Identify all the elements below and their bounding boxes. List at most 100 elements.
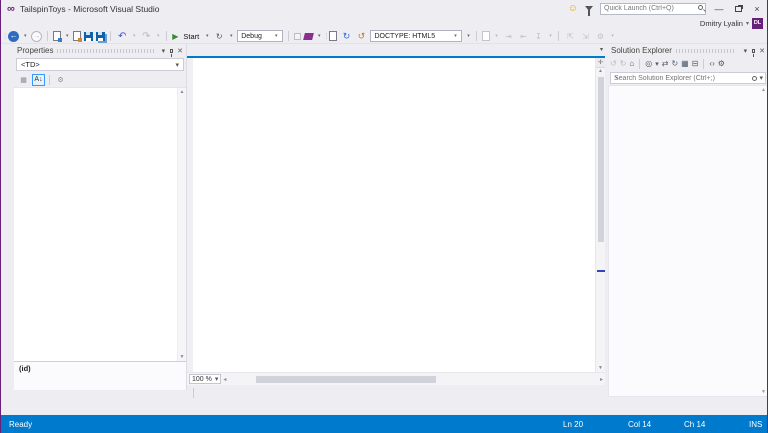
pin-icon[interactable] <box>170 49 173 53</box>
scrollbar-thumb[interactable] <box>256 376 436 383</box>
scroll-right-icon[interactable]: ▸ <box>600 376 603 383</box>
restart-icon[interactable]: ↻ <box>213 30 225 42</box>
new-query-icon[interactable] <box>329 31 337 41</box>
chevron-down-icon[interactable]: ▾ <box>655 60 659 68</box>
navigate-backward-dropdown[interactable]: ▾ <box>22 33 28 39</box>
scroll-down-icon[interactable]: ▼ <box>180 354 185 360</box>
debug-target-combo[interactable]: Debug ▾ <box>237 30 283 42</box>
toolbar-overflow-dropdown[interactable]: ▾ <box>316 33 322 39</box>
window-position-dropdown[interactable]: ▾ <box>744 47 748 55</box>
restart-dropdown[interactable]: ▾ <box>228 33 234 39</box>
selected-object-combo[interactable]: <TD> ▾ <box>16 58 184 71</box>
view-code-icon[interactable]: ‹› <box>709 58 714 70</box>
editor-zoom-combo[interactable]: 100 % ▾ <box>189 374 221 384</box>
scrollbar-thumb[interactable] <box>598 77 604 242</box>
property-pages-button[interactable]: ⚙ <box>54 74 67 86</box>
doctype-combo[interactable]: DOCTYPE: HTML5 ▾ <box>370 30 462 42</box>
sync-with-active-document-icon[interactable]: ⇄ <box>662 58 669 70</box>
new-file-dropdown[interactable]: ▾ <box>64 33 70 39</box>
quick-launch-input[interactable] <box>600 3 706 15</box>
toolbar-overflow-dropdown[interactable]: ▾ <box>465 33 471 39</box>
scroll-up-icon[interactable]: ▲ <box>180 89 185 95</box>
toolbar-grip[interactable]: ⁞ <box>325 32 326 41</box>
separator <box>558 31 559 41</box>
close-button[interactable]: × <box>751 3 763 15</box>
alphabetical-view-button[interactable]: A↓ <box>32 74 45 86</box>
save-all-icon[interactable] <box>96 32 105 41</box>
editor-zoom-value: 100 % <box>192 376 212 383</box>
drag-handle[interactable] <box>57 49 153 53</box>
properties-wrench-icon[interactable]: ⚙ <box>718 58 725 70</box>
tab-list-dropdown[interactable]: ▾ <box>600 46 603 53</box>
settings-gear-icon[interactable]: ⚙ <box>594 30 606 42</box>
navigate-forward-icon[interactable]: → <box>31 31 42 42</box>
web-platform-icon[interactable] <box>303 33 314 40</box>
format-overflow-dropdown[interactable]: ▾ <box>547 33 553 39</box>
refresh-icon[interactable]: ↻ <box>671 58 678 70</box>
scroll-up-icon[interactable]: ▲ <box>761 87 766 93</box>
collapse-all-icon[interactable]: ⊟ <box>692 58 699 70</box>
back-icon[interactable]: ↺ <box>610 58 617 70</box>
notifications-funnel-icon[interactable] <box>585 6 593 11</box>
check-in-icon[interactable]: ↺ <box>355 30 367 42</box>
format-selection-icon[interactable]: ⇤ <box>517 30 529 42</box>
scroll-left-icon[interactable]: ◂ <box>223 376 226 383</box>
feedback-smiley-icon[interactable]: ☺ <box>568 4 578 14</box>
categorized-view-button[interactable]: ▦ <box>17 74 30 86</box>
toolbar-overflow-dropdown[interactable]: ▾ <box>609 33 615 39</box>
scope-icon[interactable]: ◎ <box>645 58 652 70</box>
quick-launch-box <box>600 3 706 15</box>
separator <box>110 31 111 41</box>
new-file-icon[interactable] <box>53 31 61 41</box>
properties-window-icon[interactable]: ▦ <box>681 58 689 70</box>
properties-header: Properties ▾ ✕ <box>14 44 186 57</box>
scroll-down-icon[interactable]: ▼ <box>761 389 766 395</box>
restore-button[interactable] <box>732 3 744 15</box>
scroll-up-icon[interactable]: ▲ <box>598 68 603 75</box>
close-icon[interactable]: ✕ <box>177 47 183 55</box>
navigate-backward-icon[interactable]: ← <box>8 31 19 42</box>
format-document-icon[interactable]: ⇥ <box>502 30 514 42</box>
check-out-icon[interactable]: ↻ <box>340 30 352 42</box>
save-icon[interactable] <box>84 32 93 41</box>
code-text-area[interactable] <box>193 60 595 372</box>
undo-dropdown[interactable]: ▾ <box>131 33 137 39</box>
comment-icon[interactable]: ↧ <box>532 30 544 42</box>
indent-icon[interactable]: ⇱ <box>564 30 576 42</box>
properties-panel: Properties ▾ ✕ <TD> ▾ ▦ A↓ ⚙ ▲ ▼ (id) <box>14 44 187 390</box>
drag-handle[interactable] <box>676 49 736 53</box>
scroll-down-icon[interactable]: ▼ <box>598 365 603 372</box>
add-item-icon[interactable] <box>73 31 81 41</box>
browse-with-icon[interactable] <box>482 31 490 41</box>
start-dropdown[interactable]: ▾ <box>204 33 210 39</box>
close-icon[interactable]: ✕ <box>759 47 765 55</box>
search-icon <box>752 76 757 81</box>
chevron-down-icon[interactable]: ▾ <box>759 74 763 82</box>
browse-dropdown[interactable]: ▾ <box>493 33 499 39</box>
chevron-down-icon: ▾ <box>746 20 749 27</box>
property-grid-scrollbar[interactable]: ▲ ▼ <box>177 88 186 361</box>
vertical-scrollbar[interactable]: ✛ ▲ ▼ <box>595 58 605 372</box>
stop-icon[interactable] <box>294 33 301 40</box>
redo-icon[interactable]: ↷ <box>140 30 152 42</box>
user-menu[interactable]: Dmitry Lyalin ▾ DL <box>700 18 763 29</box>
redo-dropdown[interactable]: ▾ <box>155 33 161 39</box>
undo-icon[interactable]: ↶ <box>116 30 128 42</box>
pin-icon[interactable] <box>752 49 755 53</box>
status-message: Ready <box>9 420 32 429</box>
home-icon[interactable]: ⌂ <box>629 58 634 70</box>
outdent-icon[interactable]: ⇲ <box>579 30 591 42</box>
solution-explorer-toolbar: ↺ ↻ ⌂ ◎ ▾ ⇄ ↻ ▦ ⊟ ‹› ⚙ <box>608 57 768 71</box>
split-handle-icon[interactable]: ✛ <box>596 58 606 68</box>
solution-search-input[interactable] <box>611 75 752 82</box>
horizontal-scrollbar[interactable] <box>228 375 598 384</box>
forward-icon[interactable]: ↻ <box>620 58 627 70</box>
minimize-button[interactable]: — <box>713 3 725 15</box>
solution-explorer-header: Solution Explorer ▾ ✕ <box>608 44 768 57</box>
solution-explorer-bottom-tabs <box>608 397 768 412</box>
start-debug-icon[interactable]: ▶ <box>172 32 178 41</box>
start-debug-button[interactable]: Start <box>183 32 199 41</box>
window-position-dropdown[interactable]: ▾ <box>162 47 166 55</box>
status-column-number: Col 14 <box>628 420 651 429</box>
toolbar-grip[interactable]: ⁞ <box>4 32 5 41</box>
